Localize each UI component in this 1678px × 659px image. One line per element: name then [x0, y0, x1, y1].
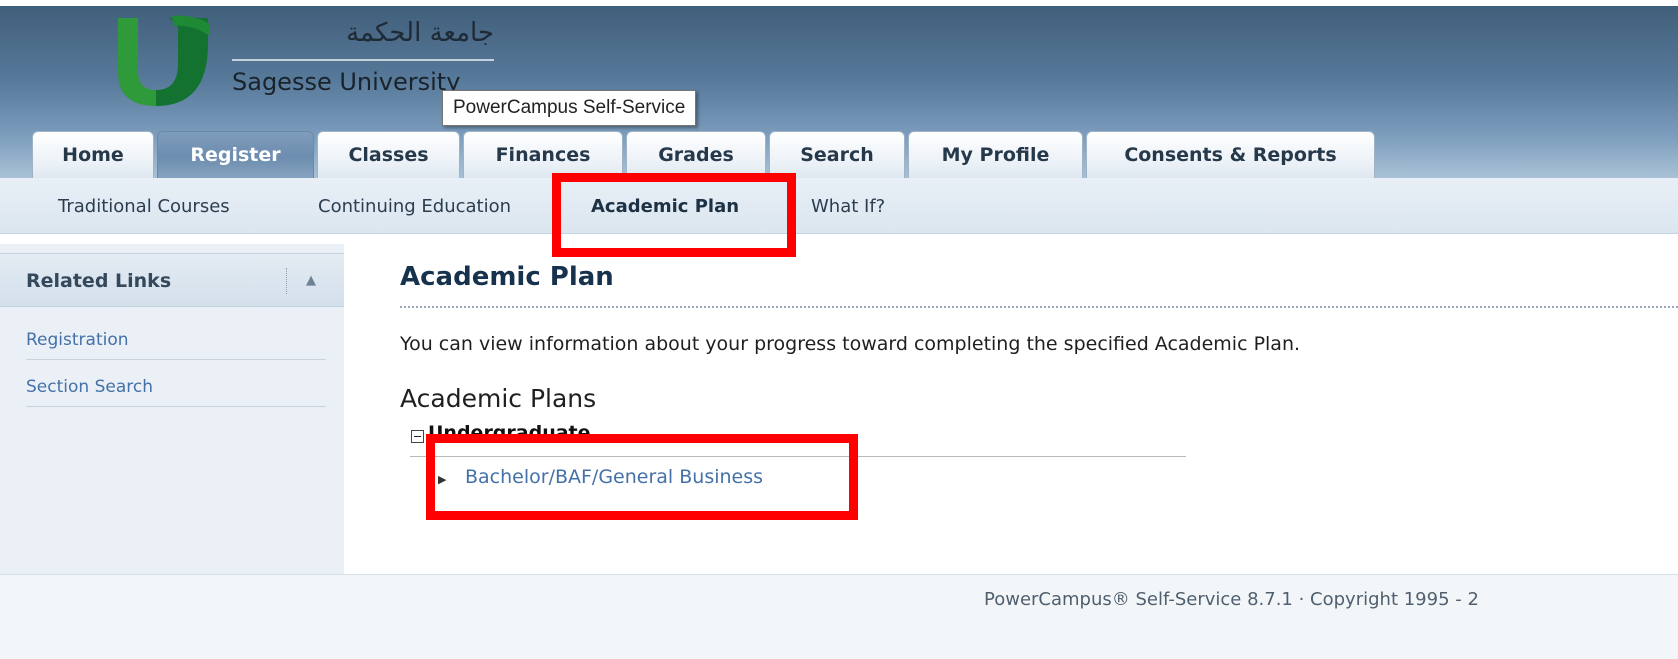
collapse-arrow-icon[interactable]: ▲ — [306, 254, 316, 308]
header-top-border — [0, 0, 1678, 6]
tab-register[interactable]: Register — [157, 131, 314, 178]
logo-tooltip: PowerCampus Self-Service — [442, 90, 697, 126]
subnav-what-if[interactable]: What If? — [811, 178, 885, 234]
logo-divider — [232, 59, 494, 61]
tab-grades[interactable]: Grades — [626, 131, 766, 178]
page-title: Academic Plan — [400, 262, 614, 292]
tab-consents-reports[interactable]: Consents & Reports — [1086, 131, 1375, 178]
sidebar-top-gap — [0, 234, 344, 244]
sub-navigation: Traditional Courses Continuing Education… — [0, 178, 1678, 234]
tab-classes[interactable]: Classes — [317, 131, 460, 178]
sidebar-link-registration[interactable]: Registration — [26, 320, 326, 360]
university-english-name: Sagesse University — [232, 68, 461, 96]
highlight-box-plan-link — [426, 434, 858, 520]
highlight-box-academic-plan-tab — [552, 173, 796, 257]
header-separator — [286, 268, 287, 294]
tab-my-profile[interactable]: My Profile — [908, 131, 1083, 178]
university-logo-icon[interactable] — [112, 14, 214, 110]
related-links-title: Related Links — [26, 270, 172, 292]
university-arabic-name: جامعة الحكمة — [346, 18, 494, 48]
page-description: You can view information about your prog… — [400, 333, 1301, 355]
tab-home[interactable]: Home — [32, 131, 154, 178]
collapse-tree-icon[interactable] — [411, 430, 424, 443]
tab-search[interactable]: Search — [769, 131, 905, 178]
tab-finances[interactable]: Finances — [463, 131, 623, 178]
subnav-traditional-courses[interactable]: Traditional Courses — [58, 178, 230, 234]
related-links-header[interactable]: Related Links ▲ — [0, 253, 344, 307]
title-divider — [400, 306, 1678, 308]
sidebar-link-section-search[interactable]: Section Search — [26, 367, 326, 407]
subnav-continuing-education[interactable]: Continuing Education — [318, 178, 511, 234]
footer-copyright: PowerCampus® Self-Service 8.7.1 · Copyri… — [984, 589, 1479, 610]
page-footer: PowerCampus® Self-Service 8.7.1 · Copyri… — [0, 574, 1678, 659]
academic-plans-heading: Academic Plans — [400, 384, 597, 413]
